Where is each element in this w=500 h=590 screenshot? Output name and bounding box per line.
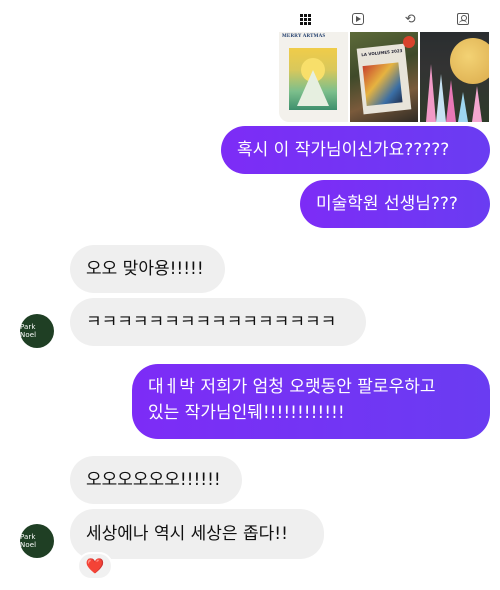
book-title: LA VOLUMES 2023 (360, 47, 403, 58)
thumbnail-artwork (289, 48, 337, 110)
moon-artwork (450, 38, 489, 84)
avatar-label: Park Noel (20, 533, 37, 549)
tab-reposts[interactable]: ⟲ (395, 8, 425, 30)
message-text: 오오 맞아용!!!!! (86, 259, 204, 279)
avatar[interactable]: Park Noel (20, 314, 54, 348)
reels-icon (351, 13, 364, 25)
crystal-shape (446, 80, 457, 122)
message-bubble-incoming[interactable]: ㅋㅋㅋㅋㅋㅋㅋㅋㅋㅋㅋㅋㅋㅋㅋㅋ (70, 298, 366, 346)
crystal-shape (436, 74, 447, 122)
message-bubble-incoming[interactable]: 세상에나 역시 세상은 좁다!! (70, 509, 324, 559)
message-text-line: 대ㅔ박 저희가 엄청 오랫동안 팔로우하고 (148, 377, 436, 397)
post-thumbnail[interactable]: LA VOLUMES 2023 (349, 32, 419, 122)
book-cover: LA VOLUMES 2023 (356, 43, 411, 115)
post-thumbnail[interactable]: MERRY ARTMAS (279, 32, 348, 122)
tab-tagged[interactable] (448, 8, 478, 30)
flower-decoration (403, 36, 416, 48)
message-text: 세상에나 역시 세상은 좁다!! (86, 524, 288, 544)
repost-icon: ⟲ (404, 11, 416, 27)
message-bubble-outgoing[interactable]: 혹시 이 작가님이신가요????? (221, 126, 490, 174)
crystal-shape (472, 86, 483, 122)
tab-grid[interactable] (290, 8, 320, 30)
tagged-icon (456, 13, 469, 25)
post-thumbnail[interactable] (420, 32, 489, 122)
thumbnail-title: MERRY ARTMAS (282, 34, 326, 39)
message-text: 오오오오오오!!!!!! (86, 470, 221, 490)
tab-reels[interactable] (343, 8, 373, 30)
shared-profile-preview[interactable]: ⟲ MERRY ARTMAS LA VOLUMES 2023 (279, 0, 489, 122)
message-bubble-outgoing[interactable]: 미술학원 선생님??? (300, 180, 490, 228)
post-thumbnails: MERRY ARTMAS LA VOLUMES 2023 (279, 32, 489, 122)
message-text: 혹시 이 작가님이신가요????? (237, 140, 450, 160)
message-text-line: 있는 작가님인뒈!!!!!!!!!!!! (148, 403, 345, 423)
avatar[interactable]: Park Noel (20, 524, 54, 558)
book-artwork (362, 62, 403, 106)
message-bubble-incoming[interactable]: 오오 맞아용!!!!! (70, 245, 225, 293)
crystal-shape (458, 92, 469, 122)
grid-icon (299, 13, 311, 25)
heart-icon: ❤️ (85, 557, 105, 575)
avatar-label: Park Noel (20, 323, 37, 339)
crystal-shape (426, 64, 437, 122)
message-text: 미술학원 선생님??? (316, 194, 458, 214)
profile-tab-bar: ⟲ (279, 8, 489, 30)
message-bubble-outgoing[interactable]: 대ㅔ박 저희가 엄청 오랫동안 팔로우하고 있는 작가님인뒈!!!!!!!!!!… (132, 364, 490, 439)
heart-reaction[interactable]: ❤️ (77, 552, 113, 580)
message-bubble-incoming[interactable]: 오오오오오오!!!!!! (70, 456, 242, 504)
message-text: ㅋㅋㅋㅋㅋㅋㅋㅋㅋㅋㅋㅋㅋㅋㅋㅋ (86, 312, 337, 332)
